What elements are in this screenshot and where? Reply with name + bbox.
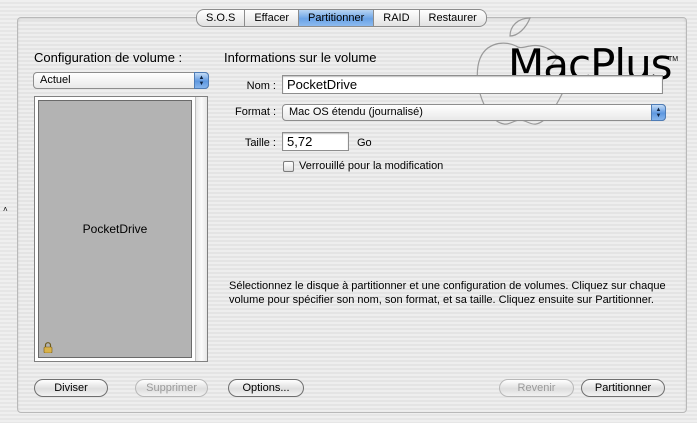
trademark-mark: TM <box>668 56 679 63</box>
tab-sos[interactable]: S.O.S <box>196 9 246 27</box>
delete-button[interactable]: Supprimer <box>135 379 208 397</box>
instructions-text: Sélectionnez le disque à partitionner et… <box>229 280 666 306</box>
volume-scheme-select[interactable]: Actuel ▲ ▼ <box>33 72 209 89</box>
volume-partition-label: PocketDrive <box>82 222 148 236</box>
partition-button[interactable]: Partitionner <box>581 379 665 397</box>
format-value: Mac OS étendu (journalisé) <box>289 106 423 118</box>
volume-scheme-value: Actuel <box>40 74 71 86</box>
collapse-caret-icon[interactable]: ˄ <box>3 205 8 214</box>
volume-scheme-heading: Configuration de volume : <box>34 50 183 65</box>
popup-arrows-icon: ▲ ▼ <box>651 104 666 121</box>
split-button[interactable]: Diviser <box>34 379 108 397</box>
volume-partition-block[interactable]: PocketDrive <box>38 100 192 358</box>
volume-size-field[interactable]: 5,72 <box>282 132 349 151</box>
tab-bar: S.O.S Effacer Partitionner RAID Restaure… <box>196 9 487 27</box>
tab-erase[interactable]: Effacer <box>245 9 299 27</box>
volume-layout: PocketDrive <box>34 96 208 362</box>
name-label: Nom : <box>246 80 276 92</box>
locked-label: Verrouillé pour la modification <box>299 160 444 172</box>
size-unit: Go <box>357 137 372 149</box>
locked-checkbox[interactable] <box>283 161 294 172</box>
options-button[interactable]: Options... <box>228 379 304 397</box>
lock-icon <box>43 342 53 353</box>
volume-list-scrollbar[interactable] <box>195 97 207 361</box>
volume-name-field[interactable]: PocketDrive <box>282 75 663 94</box>
tab-partition[interactable]: Partitionner <box>299 9 375 27</box>
format-select[interactable]: Mac OS étendu (journalisé) ▲ ▼ <box>282 104 666 121</box>
revert-button[interactable]: Revenir <box>499 379 574 397</box>
tab-restore[interactable]: Restaurer <box>419 9 487 27</box>
volume-info-heading: Informations sur le volume <box>224 50 377 65</box>
format-label: Format : <box>235 106 276 118</box>
tab-raid[interactable]: RAID <box>374 9 420 27</box>
size-label: Taille : <box>244 137 276 149</box>
popup-arrows-icon: ▲ ▼ <box>194 72 209 89</box>
